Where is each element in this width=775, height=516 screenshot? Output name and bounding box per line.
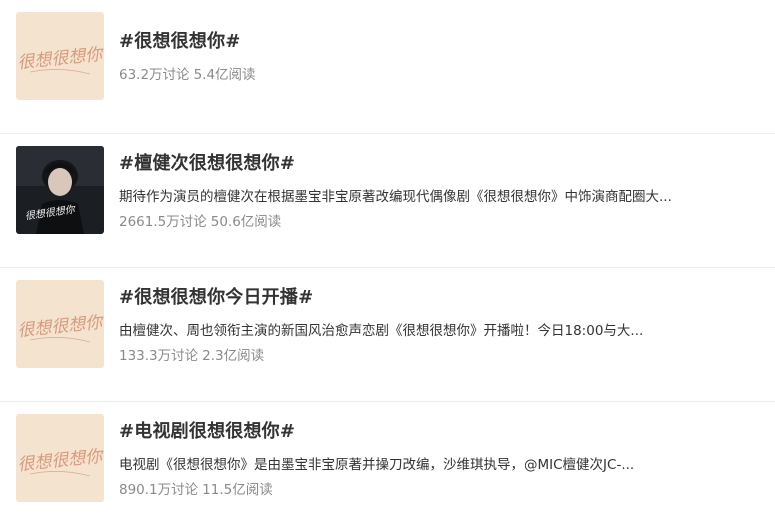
discussion-count: 63.2万讨论 xyxy=(119,67,190,83)
drama-poster-image: 很想很想你 xyxy=(16,12,104,100)
topic-stats: 2661.5万讨论 50.6亿阅读 xyxy=(119,210,281,230)
discussion-count: 2661.5万讨论 xyxy=(119,214,207,230)
topic-title[interactable]: #檀健次很想很想你# xyxy=(119,149,295,175)
topic-stats: 133.3万讨论 2.3亿阅读 xyxy=(119,344,264,364)
topic-item[interactable]: 很想很想你 #电视剧很想很想你# 电视剧《很想很想你》是由墨宝非宝原著并操刀改编… xyxy=(0,402,775,516)
topic-list: 很想很想你 #很想很想你# 63.2万讨论 5.4亿阅读 很想很想你 #檀健次很想… xyxy=(0,0,775,516)
discussion-count: 133.3万讨论 xyxy=(119,348,199,364)
topic-stats: 890.1万讨论 11.5亿阅读 xyxy=(119,478,273,498)
read-count: 2.3亿阅读 xyxy=(202,348,265,364)
topic-item[interactable]: 很想很想你 #很想很想你# 63.2万讨论 5.4亿阅读 xyxy=(0,0,775,134)
drama-poster-image: 很想很想你 xyxy=(16,280,104,368)
topic-thumbnail[interactable]: 很想很想你 xyxy=(16,280,104,368)
topic-thumbnail[interactable]: 很想很想你 xyxy=(16,146,104,234)
topic-title[interactable]: #电视剧很想很想你# xyxy=(119,417,295,443)
actor-portrait-image: 很想很想你 xyxy=(16,146,104,234)
topic-description: 期待作为演员的檀健次在根据墨宝非宝原著改编现代偶像剧《很想很想你》中饰演商配圈大… xyxy=(119,189,672,205)
topic-title[interactable]: #很想很想你今日开播# xyxy=(119,283,313,309)
topic-item[interactable]: 很想很想你 #很想很想你今日开播# 由檀健次、周也领衔主演的新国风治愈声恋剧《很… xyxy=(0,268,775,402)
topic-title[interactable]: #很想很想你# xyxy=(119,27,241,53)
topic-thumbnail[interactable]: 很想很想你 xyxy=(16,12,104,100)
read-count: 5.4亿阅读 xyxy=(193,67,256,83)
read-count: 50.6亿阅读 xyxy=(210,214,282,230)
topic-thumbnail[interactable]: 很想很想你 xyxy=(16,414,104,502)
read-count: 11.5亿阅读 xyxy=(202,482,273,498)
discussion-count: 890.1万讨论 xyxy=(119,482,199,498)
topic-description: 由檀健次、周也领衔主演的新国风治愈声恋剧《很想很想你》开播啦！今日18:00与大… xyxy=(119,323,644,339)
drama-poster-image: 很想很想你 xyxy=(16,414,104,502)
topic-item[interactable]: 很想很想你 #檀健次很想很想你# 期待作为演员的檀健次在根据墨宝非宝原著改编现代… xyxy=(0,134,775,268)
topic-description: 电视剧《很想很想你》是由墨宝非宝原著并操刀改编，沙维琪执导，@MIC檀健次JC-… xyxy=(119,457,635,473)
topic-stats: 63.2万讨论 5.4亿阅读 xyxy=(119,63,256,83)
